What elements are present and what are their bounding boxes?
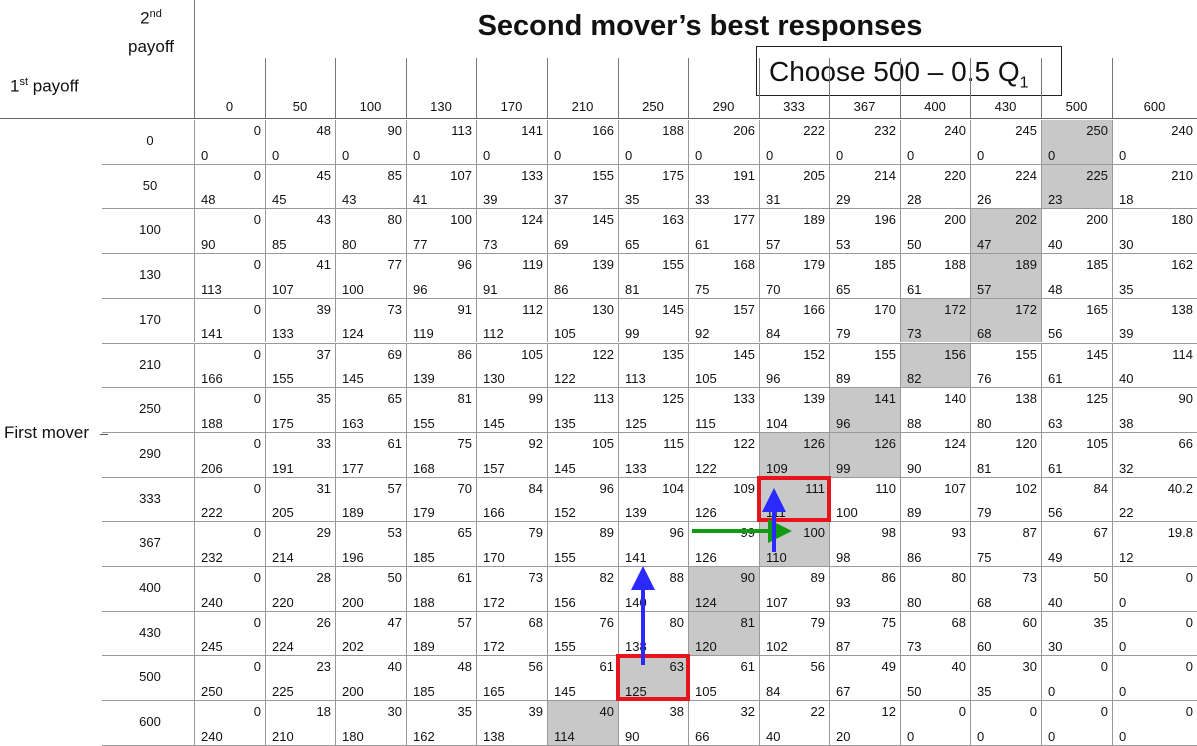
arrows-layer bbox=[631, 488, 792, 665]
